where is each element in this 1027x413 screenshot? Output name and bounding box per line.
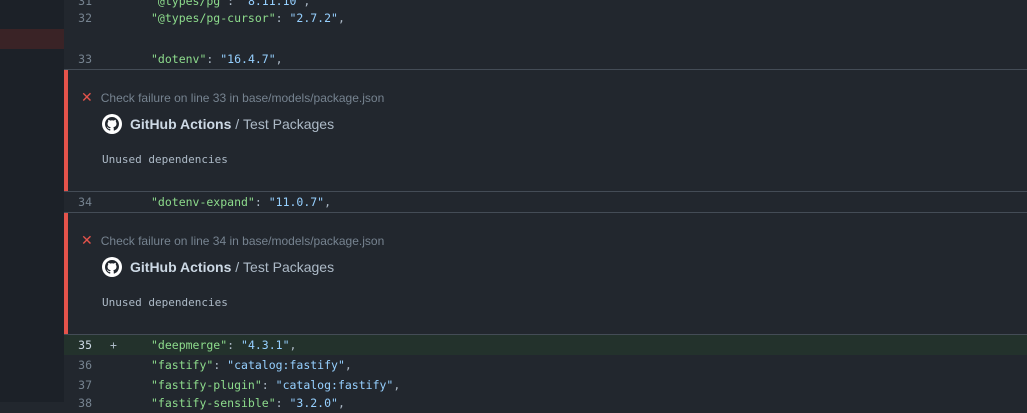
separator: / — [231, 116, 244, 132]
failure-text: Check failure on line 33 in base/models/… — [100, 91, 385, 105]
line-number-gutter — [0, 0, 64, 402]
github-mark-icon — [102, 114, 122, 134]
code-text: "fastify-sensible": "3.2.0", — [151, 396, 345, 410]
separator: / — [231, 259, 244, 275]
empty-diff-line — [64, 29, 1027, 49]
diff-line-32[interactable]: 32 "@types/pg-cursor": "2.7.2", — [64, 8, 1027, 28]
diff-line-38[interactable]: 38 "fastify-sensible": "3.2.0", — [64, 393, 1027, 413]
check-annotation: ✕ Check failure on line 33 in base/model… — [64, 69, 1027, 192]
line-number[interactable]: 33 — [64, 49, 92, 69]
line-number[interactable]: 38 — [64, 393, 92, 413]
code-text: "dotenv-expand": "11.0.7", — [151, 195, 332, 209]
annotation-source: GitHub Actions / Test Packages — [102, 114, 334, 134]
code-text: "dotenv": "16.4.7", — [151, 52, 283, 66]
check-name[interactable]: Test Packages — [243, 259, 334, 275]
code-text: "deepmerge": "4.3.1", — [151, 338, 297, 352]
diff-line-33[interactable]: 33 "dotenv": "16.4.7", — [64, 49, 1027, 69]
line-number[interactable]: 32 — [64, 8, 92, 28]
app-name[interactable]: GitHub Actions — [130, 116, 231, 132]
code-text: "fastify-plugin": "catalog:fastify", — [151, 378, 401, 392]
added-marker: + — [110, 338, 117, 352]
app-name[interactable]: GitHub Actions — [130, 259, 231, 275]
line-number[interactable]: 34 — [64, 192, 92, 212]
diff-line-36[interactable]: 36 "fastify": "catalog:fastify", — [64, 355, 1027, 375]
diff-line-37[interactable]: 37 "fastify-plugin": "catalog:fastify", — [64, 375, 1027, 395]
code-text: "fastify": "catalog:fastify", — [151, 358, 352, 372]
annotation-message: Unused dependencies — [102, 153, 228, 166]
annotation-source: GitHub Actions / Test Packages — [102, 257, 334, 277]
check-annotation: ✕ Check failure on line 34 in base/model… — [64, 212, 1027, 335]
line-number[interactable]: 37 — [64, 375, 92, 395]
deleted-line-gutter — [0, 29, 64, 49]
code-text: "@types/pg-cursor": "2.7.2", — [151, 11, 345, 25]
annotation-header: ✕ Check failure on line 34 in base/model… — [81, 233, 384, 249]
diff-line-35-added[interactable]: 35 + "deepmerge": "4.3.1", — [64, 335, 1027, 355]
annotation-header: ✕ Check failure on line 33 in base/model… — [81, 90, 384, 106]
annotation-message: Unused dependencies — [102, 296, 228, 309]
x-icon: ✕ — [81, 233, 93, 249]
line-number[interactable]: 35 — [64, 335, 92, 355]
github-mark-icon — [102, 257, 122, 277]
check-name[interactable]: Test Packages — [243, 116, 334, 132]
line-number[interactable]: 36 — [64, 355, 92, 375]
diff-line-34[interactable]: 34 "dotenv-expand": "11.0.7", — [64, 192, 1027, 212]
failure-text: Check failure on line 34 in base/models/… — [100, 234, 385, 248]
x-icon: ✕ — [81, 90, 93, 106]
